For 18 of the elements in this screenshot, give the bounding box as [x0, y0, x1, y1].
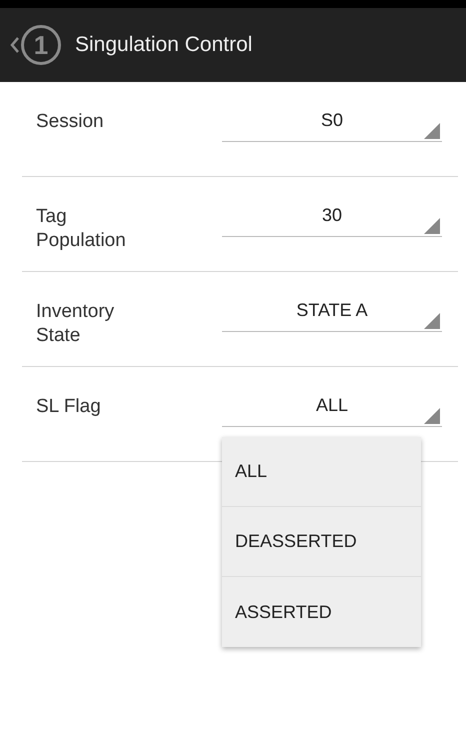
dropdown-spinner[interactable]: STATE A: [222, 272, 442, 332]
menu-option[interactable]: ASSERTED: [222, 577, 421, 647]
caret-icon: [424, 218, 440, 234]
caret-icon: [424, 313, 440, 329]
setting-label: Session: [35, 110, 105, 134]
setting-label: Inventory State: [35, 300, 116, 348]
caret-icon: [424, 123, 440, 139]
dropdown-spinner[interactable]: 30: [222, 177, 442, 237]
menu-option[interactable]: DEASSERTED: [222, 507, 421, 577]
setting-label: SL Flag: [35, 395, 102, 419]
back-icon[interactable]: [10, 36, 19, 54]
menu-option[interactable]: ALL: [222, 437, 421, 507]
screen-title: Singulation Control: [75, 33, 252, 57]
caret-icon: [424, 408, 440, 424]
app-badge: 1: [21, 25, 61, 65]
setting-label: Tag Population: [35, 205, 127, 253]
dropdown-spinner[interactable]: S0: [222, 82, 442, 142]
dropdown-spinner[interactable]: ALL: [222, 367, 442, 427]
